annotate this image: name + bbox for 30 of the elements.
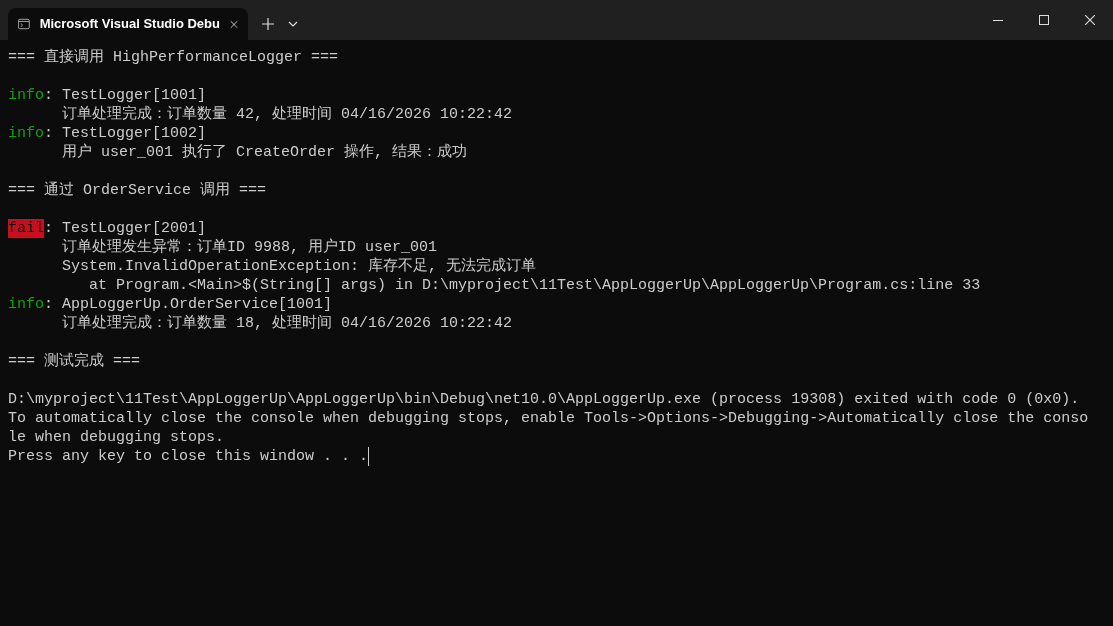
tab-title: Microsoft Visual Studio Debu (39, 15, 220, 34)
console-line: D:\myproject\11Test\AppLoggerUp\AppLoggerUp\bin\Debug\net10.0\AppLoggerUp.exe (process 19308) exited with code 0 (0x0). (8, 390, 1080, 409)
log-message: 订单处理完成：订单数量 18, 处理时间 04/16/2026 10:22:42 (62, 314, 513, 333)
chevron-down-icon[interactable] (288, 21, 298, 27)
log-level: info (8, 295, 44, 314)
console-line: === 测试完成 === (8, 352, 140, 371)
minimize-icon[interactable] (993, 19, 1003, 21)
console-line: Press any key to close this window . . . (8, 447, 369, 466)
log-message: System.InvalidOperationException: 库存不足, 无法完成订单 (62, 257, 537, 276)
log-category: : TestLogger[2001] (44, 219, 207, 238)
plus-icon[interactable] (262, 18, 274, 30)
terminal-tab[interactable]: Microsoft Visual Studio Debu (8, 8, 248, 40)
log-category: : TestLogger[1001] (44, 86, 207, 105)
log-level: info (8, 124, 44, 143)
text-cursor (368, 447, 370, 466)
stack-trace-line: at Program.<Main>$(String[] args) in D:\myproject\11Test\AppLoggerUp\AppLoggerUp\Program.cs:line 33 (89, 276, 981, 295)
log-level: info (8, 86, 44, 105)
console-icon (18, 17, 30, 31)
close-icon[interactable] (1085, 15, 1095, 25)
log-category: : AppLoggerUp.OrderService[1001] (44, 295, 333, 314)
console-line: === 直接调用 HighPerformanceLogger === (8, 48, 339, 67)
console-line: === 通过 OrderService 调用 === (8, 181, 267, 200)
log-message: 用户 user_001 执行了 CreateOrder 操作, 结果：成功 (62, 143, 468, 162)
log-level: fail (8, 219, 44, 238)
log-message: 订单处理发生异常：订单ID 9988, 用户ID user_001 (62, 238, 438, 257)
console-line: le when debugging stops. (8, 428, 225, 447)
log-category: : TestLogger[1002] (44, 124, 207, 143)
maximize-icon[interactable] (1039, 15, 1049, 25)
log-message: 订单处理完成：订单数量 42, 处理时间 04/16/2026 10:22:42 (62, 105, 513, 124)
console-line: To automatically close the console when debugging stops, enable Tools->Options->Debugging->Automatically close the conso (8, 409, 1089, 428)
